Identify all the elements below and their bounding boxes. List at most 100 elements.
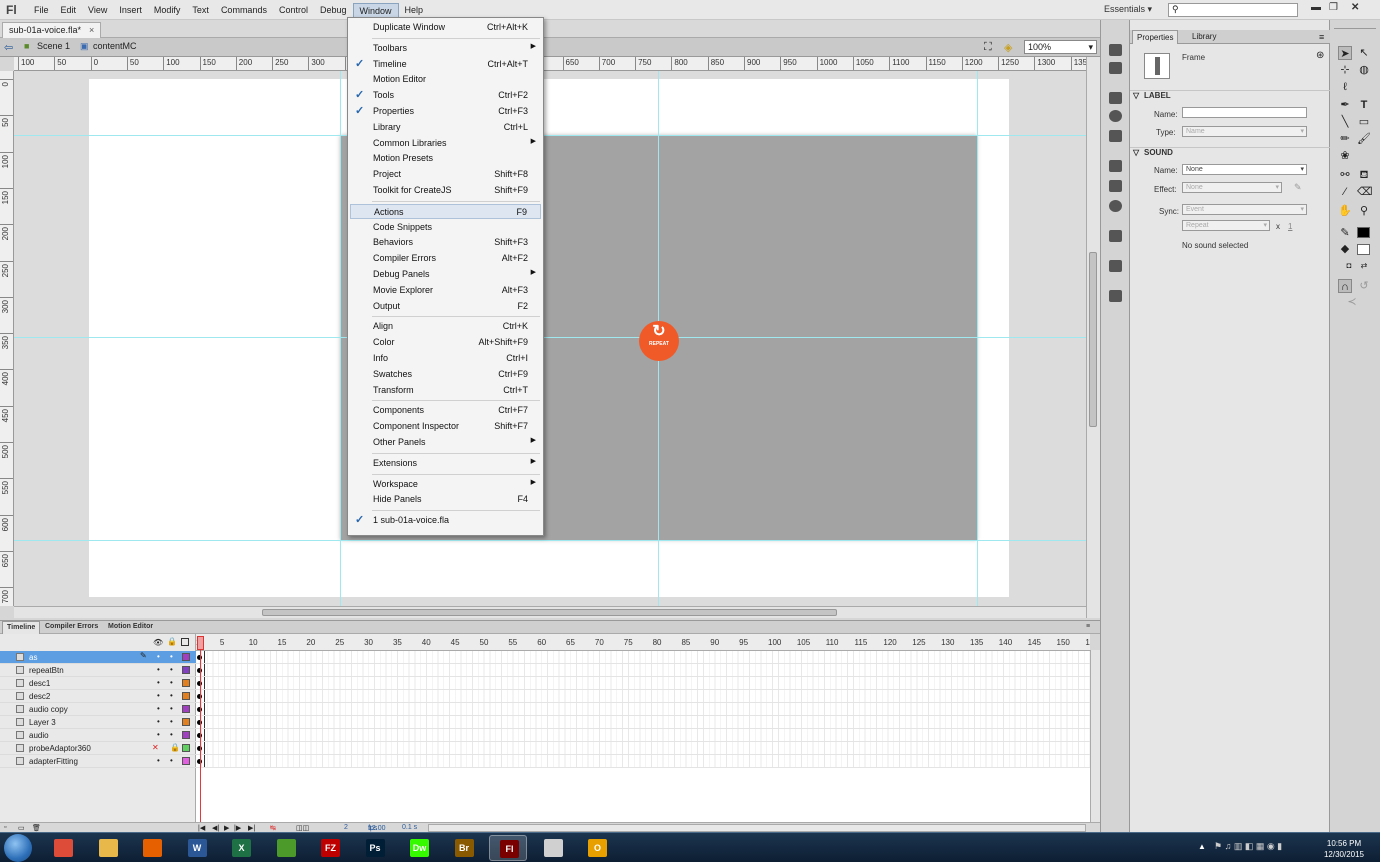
taskbar-explorer[interactable]: [89, 835, 127, 861]
eyedropper-tool-icon[interactable]: ⁄: [1338, 185, 1352, 199]
lock-icon[interactable]: 🔒: [167, 637, 177, 646]
menu-item-swatches[interactable]: Swatches Ctrl+F9: [350, 367, 541, 382]
menu-commands[interactable]: Commands: [215, 3, 273, 18]
layer-color-swatch[interactable]: [182, 679, 190, 687]
deco-tool-icon[interactable]: ❀: [1338, 149, 1352, 163]
align-panel-icon[interactable]: [1109, 92, 1122, 104]
stroke-color-icon[interactable]: ✎: [1338, 226, 1352, 240]
menu-edit[interactable]: Edit: [55, 3, 83, 18]
stage-vertical-scrollbar[interactable]: [1086, 57, 1100, 618]
visibility-dot[interactable]: •: [157, 678, 160, 687]
menu-control[interactable]: Control: [273, 3, 314, 18]
tray-icons[interactable]: ⚑ ♫ ▥ ◧ ▦ ◉ ▮: [1214, 841, 1282, 852]
outline-icon[interactable]: [181, 638, 189, 646]
menu-item-project[interactable]: Project Shift+F8: [350, 167, 541, 182]
timeline-vertical-scrollbar[interactable]: [1090, 650, 1100, 822]
fill-color-swatch[interactable]: [1357, 244, 1370, 255]
guide-vertical[interactable]: [340, 71, 341, 606]
lock-dot[interactable]: •: [170, 678, 173, 687]
menu-item-info[interactable]: Info Ctrl+I: [350, 351, 541, 366]
tab-library[interactable]: Library: [1188, 32, 1220, 41]
visibility-dot[interactable]: •: [157, 730, 160, 739]
menu-item-debug-panels[interactable]: Debug Panels ▶: [350, 267, 541, 282]
sync-select[interactable]: Event ▾: [1182, 204, 1307, 215]
frame-row[interactable]: [196, 677, 1090, 690]
onion-skin-icon[interactable]: ◫◫: [296, 824, 309, 832]
taskbar-grid-app[interactable]: [534, 835, 572, 861]
lock-dot[interactable]: •: [170, 730, 173, 739]
last-frame-icon[interactable]: ▶|: [248, 824, 255, 832]
help-icon[interactable]: ⊛: [1316, 50, 1324, 61]
menu-item-align[interactable]: Align Ctrl+K: [350, 319, 541, 334]
menu-item-behaviors[interactable]: Behaviors Shift+F3: [350, 235, 541, 250]
layer-color-swatch[interactable]: [182, 718, 190, 726]
layer-color-swatch[interactable]: [182, 731, 190, 739]
components-icon[interactable]: [1109, 180, 1122, 192]
breadcrumb-scene[interactable]: Scene 1: [37, 41, 70, 51]
repeat-button[interactable]: ↻ REPEAT: [639, 321, 679, 361]
restore-icon[interactable]: ❐: [1329, 2, 1338, 13]
step-back-icon[interactable]: ◀|: [212, 824, 219, 832]
scrollbar-thumb[interactable]: [262, 609, 837, 616]
new-folder-icon[interactable]: ▭: [18, 824, 25, 832]
menu-item-code-snippets[interactable]: Code Snippets: [350, 220, 541, 235]
show-hidden-icons[interactable]: ▲: [1198, 842, 1206, 851]
scrollbar-thumb[interactable]: [1089, 252, 1097, 427]
playhead[interactable]: [197, 636, 204, 832]
guide-horizontal[interactable]: [14, 135, 1086, 136]
free-transform-tool-icon[interactable]: ⊹: [1338, 63, 1352, 77]
back-arrow-icon[interactable]: ⇦: [4, 41, 13, 54]
menu-help[interactable]: Help: [399, 3, 430, 18]
taskbar-flash[interactable]: Fl: [489, 835, 527, 861]
edit-scene-icon[interactable]: ⛶: [984, 41, 992, 54]
current-frame[interactable]: 2: [344, 824, 348, 831]
lock-dot[interactable]: •: [170, 756, 173, 765]
tab-properties[interactable]: Properties: [1132, 30, 1179, 44]
repeat-select[interactable]: Repeat ▾: [1182, 220, 1270, 231]
layer-row[interactable]: Layer 3 • •: [0, 716, 196, 729]
delete-layer-icon[interactable]: 🗑: [32, 824, 41, 832]
selection-tool-icon[interactable]: ➤: [1338, 46, 1352, 60]
menu-item-components[interactable]: Components Ctrl+F7: [350, 403, 541, 418]
taskbar-dreamweaver[interactable]: Dw: [400, 835, 438, 861]
menu-item-properties[interactable]: ✓ Properties Ctrl+F3: [350, 104, 541, 119]
menu-item-workspace[interactable]: Workspace ▶: [350, 477, 541, 492]
playhead-handle[interactable]: [197, 636, 204, 650]
transform-panel-icon[interactable]: [1109, 130, 1122, 142]
lock-dot[interactable]: •: [170, 665, 173, 674]
lock-dot[interactable]: •: [170, 717, 173, 726]
straighten-icon[interactable]: ≺: [1345, 295, 1359, 309]
play-icon[interactable]: ▶: [224, 824, 229, 832]
smooth-icon[interactable]: ↺: [1357, 279, 1371, 293]
menu-window[interactable]: Window: [352, 2, 399, 18]
taskbar-bridge[interactable]: Br: [445, 835, 483, 861]
layer-color-swatch[interactable]: [182, 705, 190, 713]
pencil-tool-icon[interactable]: ✏: [1338, 132, 1352, 146]
eye-icon[interactable]: 👁: [153, 638, 163, 647]
bone-tool-icon[interactable]: ⚯: [1338, 168, 1352, 182]
repeat-count[interactable]: 1: [1288, 222, 1292, 231]
default-colors-icon[interactable]: ◘: [1342, 259, 1356, 273]
frame-row[interactable]: [196, 716, 1090, 729]
color-panel-icon[interactable]: [1109, 44, 1122, 56]
menu-item-tools[interactable]: ✓ Tools Ctrl+F2: [350, 88, 541, 103]
library-panel-icon[interactable]: [1109, 260, 1122, 272]
taskbar-chrome[interactable]: [44, 835, 82, 861]
lock-icon[interactable]: 🔒: [170, 743, 180, 752]
start-button[interactable]: [4, 834, 32, 862]
sound-name-select[interactable]: None ▾: [1182, 164, 1307, 175]
loop-icon[interactable]: ↹: [270, 824, 276, 832]
menu-item-duplicate-window[interactable]: Duplicate Window Ctrl+Alt+K: [350, 20, 541, 35]
menu-item-transform[interactable]: Transform Ctrl+T: [350, 383, 541, 398]
info-panel-icon[interactable]: [1109, 110, 1122, 122]
menu-modify[interactable]: Modify: [148, 3, 187, 18]
menu-view[interactable]: View: [82, 3, 113, 18]
taskbar-excel[interactable]: X: [222, 835, 260, 861]
tab-motion-editor[interactable]: Motion Editor: [108, 623, 153, 630]
swap-colors-icon[interactable]: ⇄: [1357, 259, 1371, 273]
visibility-dot[interactable]: •: [157, 756, 160, 765]
hidden-x-icon[interactable]: ✕: [152, 743, 159, 752]
menu-item-movie-explorer[interactable]: Movie Explorer Alt+F3: [350, 283, 541, 298]
lock-dot[interactable]: •: [170, 704, 173, 713]
menu-item-actions[interactable]: Actions F9: [350, 203, 541, 219]
